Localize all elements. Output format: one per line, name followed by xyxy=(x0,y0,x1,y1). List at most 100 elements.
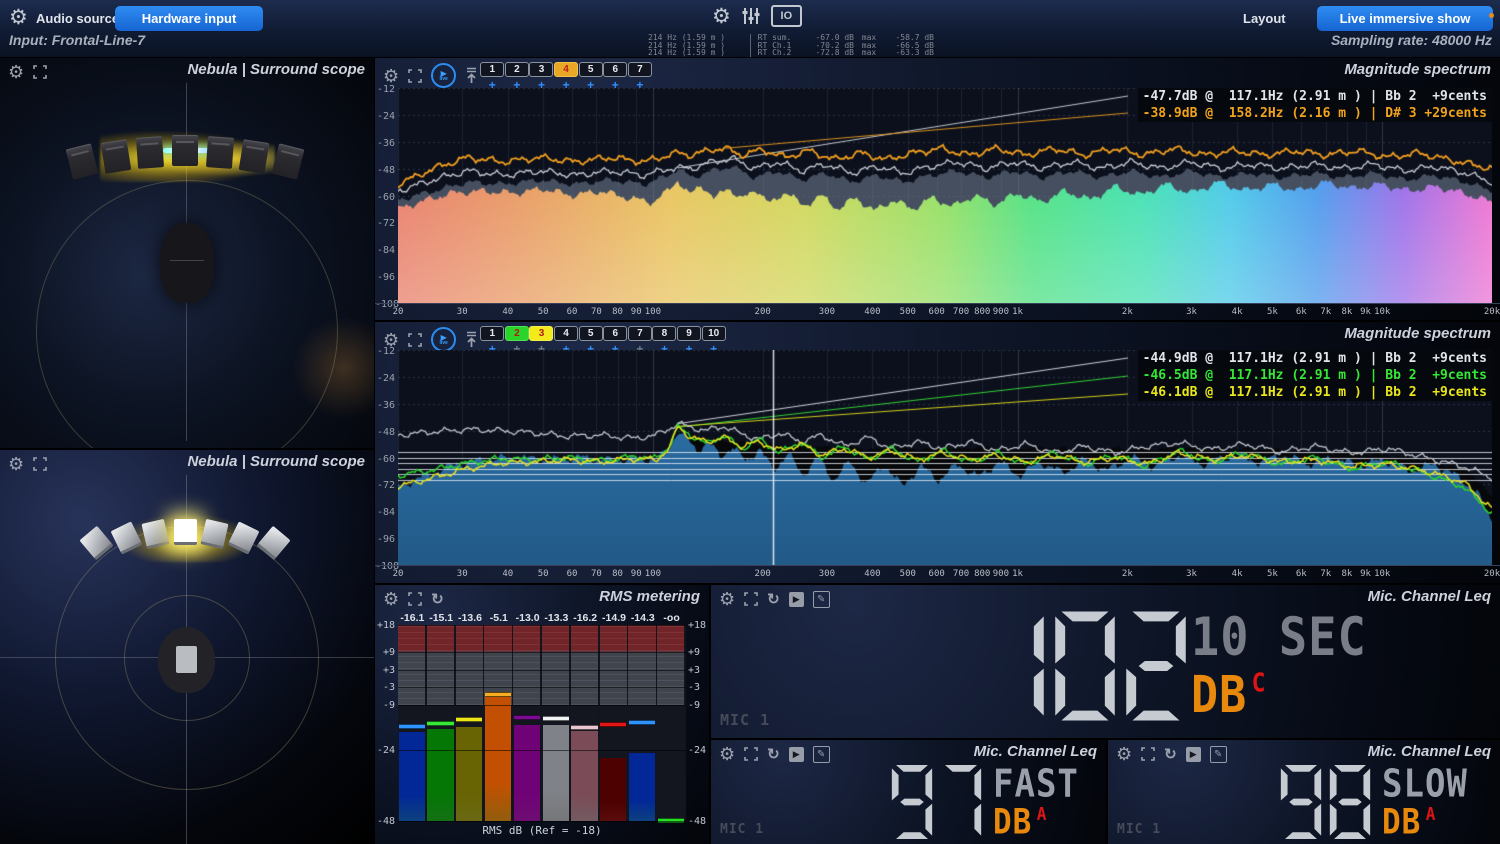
db-tick-label: -96 xyxy=(375,534,395,545)
rms-scale-label: +9 xyxy=(688,647,706,658)
slot-button-5[interactable]: 5 xyxy=(579,326,603,341)
leq-weighting-label: A xyxy=(1037,803,1048,824)
peak-readout-row: -46.5dB @ 117.1Hz (2.91 m ) | Bb 2 +9cen… xyxy=(1138,367,1492,384)
rms-channel-column xyxy=(398,625,425,821)
freq-tick-label: 900 xyxy=(993,307,1009,317)
rms-grid-line xyxy=(398,750,686,751)
rms-reference-label: RMS dB (Ref = -18) xyxy=(375,824,709,837)
slot-button-6[interactable]: 6 xyxy=(603,62,627,77)
rms-grid-line xyxy=(398,652,686,653)
rms-scale-label: +18 xyxy=(377,620,395,631)
audio-source-gear-icon[interactable]: ⚙ xyxy=(9,7,28,28)
slot-button-3[interactable]: 3 xyxy=(529,62,553,77)
play-icon[interactable]: ▶ xyxy=(1186,747,1201,762)
freq-tick-label: 6k xyxy=(1296,307,1307,317)
rms-scale-label: -24 xyxy=(688,745,706,756)
rms-peak-cap xyxy=(399,724,425,729)
speaker-icon xyxy=(101,139,132,174)
expand-icon[interactable] xyxy=(408,69,422,83)
leq-value-digit xyxy=(891,764,933,840)
freq-tick-label: 7k xyxy=(1320,307,1331,317)
freq-tick-label: 70 xyxy=(591,569,602,579)
reset-icon[interactable]: ↻ xyxy=(431,592,444,607)
slot-button-8[interactable]: 8 xyxy=(652,326,676,341)
live-mode-icon[interactable]: ▶live xyxy=(431,327,456,352)
reset-icon[interactable]: ↻ xyxy=(767,747,780,762)
slot-button-5[interactable]: 5 xyxy=(579,62,603,77)
rms-channel-value: -14.9 xyxy=(600,612,629,624)
db-tick-label: -48 xyxy=(375,165,395,176)
slot-button-6[interactable]: 6 xyxy=(603,326,627,341)
slot-button-9[interactable]: 9 xyxy=(677,326,701,341)
play-icon[interactable]: ▶ xyxy=(789,592,804,607)
hold-arrow-icon[interactable] xyxy=(465,331,478,348)
settings-gear-icon[interactable]: ⚙ xyxy=(712,6,731,27)
slot-button-7[interactable]: 7 xyxy=(628,326,652,341)
slot-button-7[interactable]: 7 xyxy=(628,62,652,77)
gear-icon[interactable]: ⚙ xyxy=(383,590,399,608)
rms-bar xyxy=(427,729,453,821)
surround-scope-scene[interactable] xyxy=(0,58,374,448)
gear-icon[interactable]: ⚙ xyxy=(1116,745,1132,763)
edit-icon[interactable]: ✎ xyxy=(1210,746,1227,763)
live-mode-icon[interactable]: ▶live xyxy=(431,63,456,88)
reset-icon[interactable]: ↻ xyxy=(767,592,780,607)
expand-icon[interactable] xyxy=(1141,747,1155,761)
freq-tick-label: 600 xyxy=(929,569,945,579)
db-tick-label: -36 xyxy=(375,400,395,411)
freq-axis: 2030405060708090100200300400500600700800… xyxy=(375,565,1500,583)
gear-icon[interactable]: ⚙ xyxy=(719,590,735,608)
slot-button-2[interactable]: 2 xyxy=(505,326,529,341)
freq-tick-label: 90 xyxy=(631,307,642,317)
expand-icon[interactable] xyxy=(408,333,422,347)
rms-bar xyxy=(600,758,626,821)
slot-button-4[interactable]: 4 xyxy=(554,326,578,341)
live-immersive-show-button[interactable]: Live immersive show xyxy=(1317,6,1493,31)
rms-peak-cap xyxy=(485,692,511,697)
rms-channel-value: -13.6 xyxy=(456,612,485,624)
gear-icon[interactable]: ⚙ xyxy=(719,745,735,763)
gear-icon[interactable]: ⚙ xyxy=(383,67,399,85)
rms-bar xyxy=(571,731,597,821)
edit-icon[interactable]: ✎ xyxy=(813,746,830,763)
surround-scope-panel-1: ⚙ Nebula | Surround scope xyxy=(0,58,374,448)
expand-icon[interactable] xyxy=(408,592,422,606)
slot-button-4[interactable]: 4 xyxy=(554,62,578,77)
rms-bar xyxy=(485,697,511,821)
edit-icon[interactable]: ✎ xyxy=(813,591,830,608)
slot-button-1[interactable]: 1 xyxy=(480,326,504,341)
db-tick-label: -24 xyxy=(375,373,395,384)
freq-tick-label: 40 xyxy=(502,569,513,579)
rms-scale-label: -24 xyxy=(377,745,395,756)
rms-scale-label: +9 xyxy=(377,647,395,658)
slot-button-10[interactable]: 10 xyxy=(702,326,726,341)
slot-button-2[interactable]: 2 xyxy=(505,62,529,77)
rms-channel-column xyxy=(542,625,569,821)
freq-tick-label: 80 xyxy=(612,569,623,579)
leq-unit-label: DB xyxy=(1191,665,1247,724)
freq-tick-label: 700 xyxy=(953,307,969,317)
surround-scope-scene[interactable] xyxy=(0,450,374,844)
db-tick-label: -12 xyxy=(375,346,395,357)
freq-tick-label: 200 xyxy=(755,307,771,317)
hardware-input-button[interactable]: Hardware input xyxy=(115,6,263,31)
hold-arrow-icon[interactable] xyxy=(465,67,478,84)
rt-readout-cell: max xyxy=(854,49,884,57)
sampling-rate-label: Sampling rate: 48000 Hz xyxy=(1331,32,1492,48)
rt-readout-cell: | RT Ch.2 xyxy=(748,49,800,57)
leq-value-digit xyxy=(983,610,1045,722)
rms-scale-label: +18 xyxy=(688,620,706,631)
mic-channel-leq-panel-slow: ⚙ ↻ ▶ ✎ Mic. Channel Leq SLOW DB A MIC 1 xyxy=(1108,740,1500,844)
expand-icon[interactable] xyxy=(744,747,758,761)
slot-button-3[interactable]: 3 xyxy=(529,326,553,341)
magnitude-spectrum-panel-1: ⚙ ▶live 1+2+3+4+5+6+7+ Magnitude spectru… xyxy=(375,58,1500,320)
panel-title: Mic. Channel Leq xyxy=(1368,743,1491,760)
layout-button[interactable]: Layout xyxy=(1243,11,1286,26)
expand-icon[interactable] xyxy=(744,592,758,606)
mixer-sliders-icon[interactable] xyxy=(741,6,761,26)
reset-icon[interactable]: ↻ xyxy=(1164,747,1177,762)
freq-tick-label: 50 xyxy=(538,569,549,579)
io-routing-icon[interactable]: IO xyxy=(771,5,802,27)
play-icon[interactable]: ▶ xyxy=(789,747,804,762)
slot-button-1[interactable]: 1 xyxy=(480,62,504,77)
